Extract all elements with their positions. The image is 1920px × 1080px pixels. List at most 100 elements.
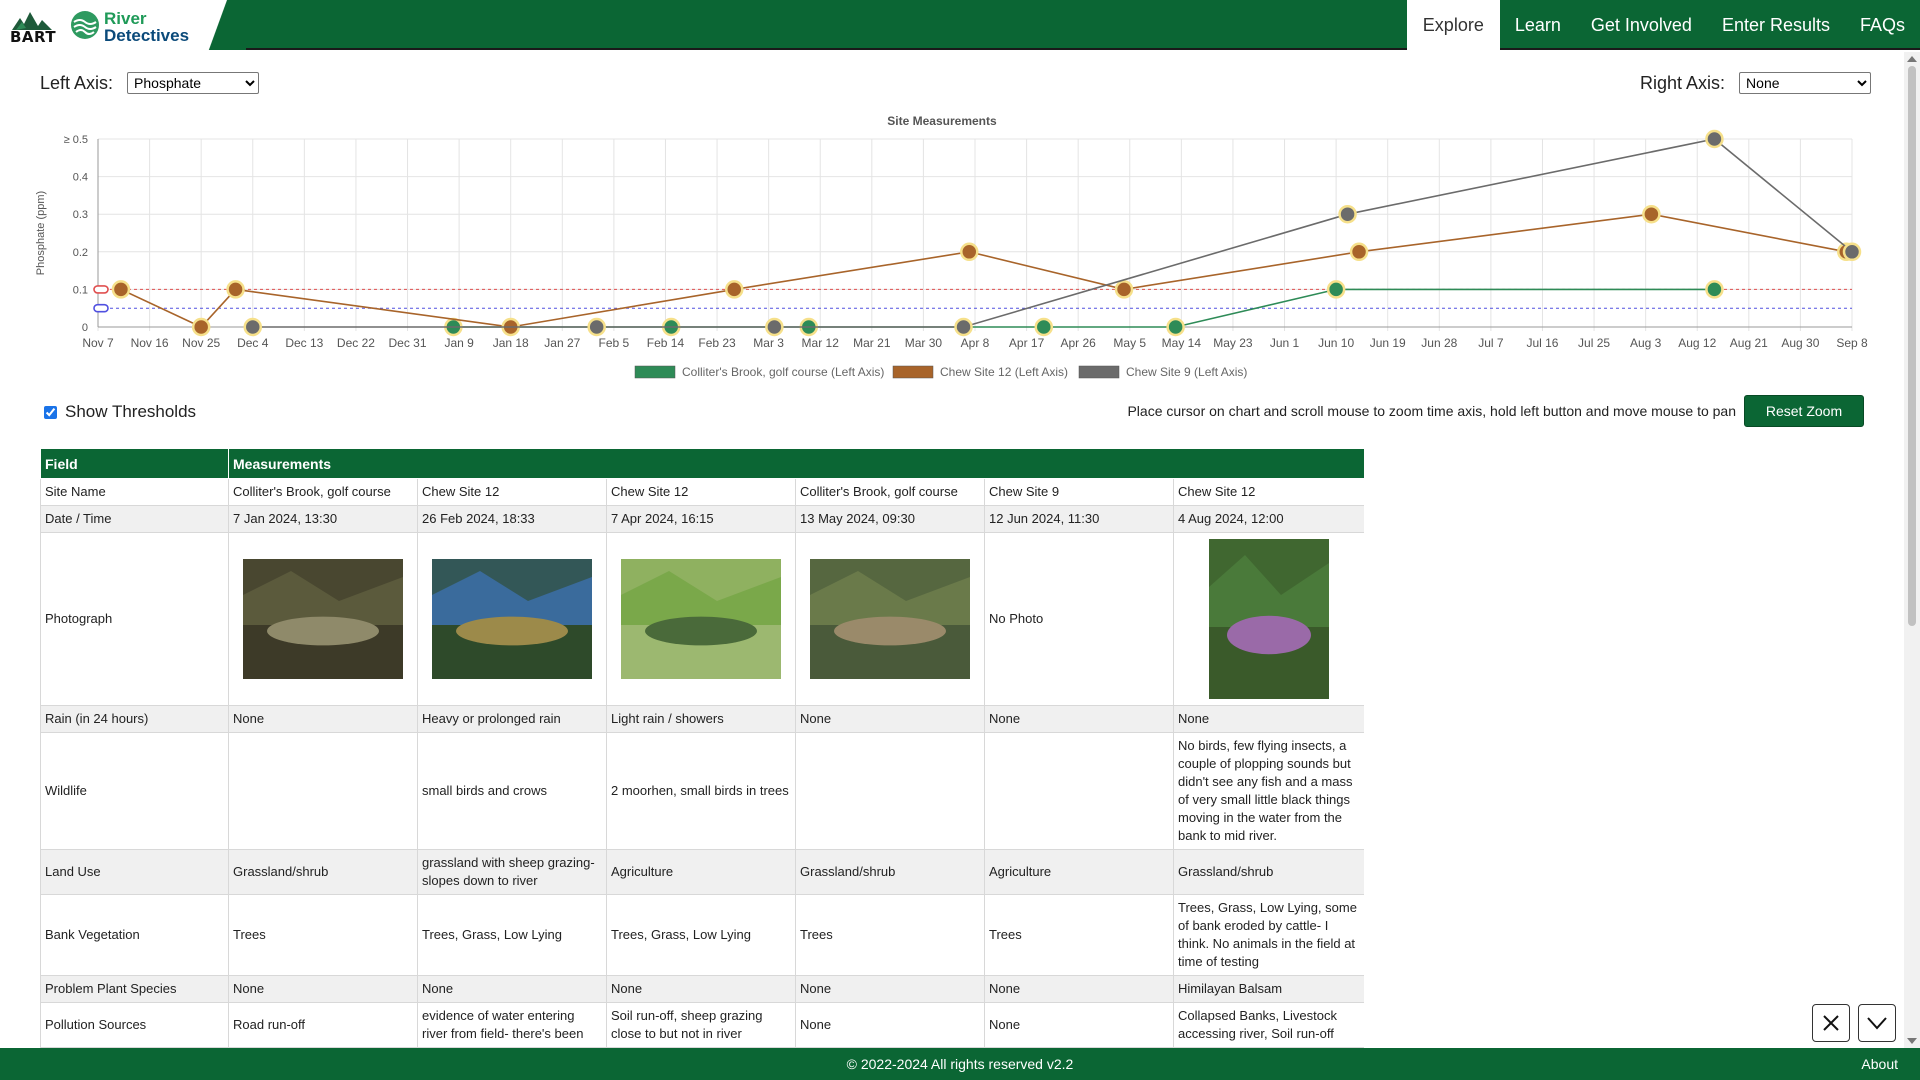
x-tick-label: Dec 4	[237, 336, 269, 350]
left-axis-label: Left Axis:	[40, 72, 114, 93]
measurement-cell: Chew Site 12	[1172, 478, 1364, 506]
y-tick-label: 0	[82, 322, 88, 334]
field-label: Land Use	[40, 849, 229, 895]
left-axis-select[interactable]: Phosphate	[127, 72, 260, 94]
x-tick-label: Jul 16	[1526, 336, 1558, 350]
measurement-cell: Trees	[228, 894, 418, 976]
threshold-marker	[93, 303, 109, 313]
page-footer: © 2022-2024 All rights reserved v2.2 Abo…	[0, 1048, 1920, 1080]
threshold-marker	[93, 285, 109, 294]
scroll-thumb[interactable]	[1908, 66, 1916, 626]
table-row: Bank Vegetation Trees Trees, Grass, Low Ly…	[40, 894, 1364, 976]
nav-explore[interactable]: Explore	[1406, 0, 1500, 50]
site-photo[interactable]	[810, 559, 970, 679]
scroll-down-arrow-icon[interactable]	[1907, 1038, 1917, 1044]
measurement-cell: 13 May 2024, 09:30	[795, 505, 985, 533]
measurements-table: Field Measurements Site Name Colliter's B…	[40, 448, 1364, 1048]
data-point	[1705, 129, 1724, 149]
about-link[interactable]: About	[1861, 1056, 1898, 1072]
series-line	[252, 138, 1853, 328]
right-axis-select[interactable]: None	[1739, 72, 1872, 94]
data-point	[1705, 280, 1724, 299]
collapse-button[interactable]	[1858, 1004, 1896, 1042]
x-tick-label: Nov 25	[182, 336, 220, 350]
measurement-cell: 12 Jun 2024, 11:30	[984, 505, 1174, 533]
copyright-text: © 2022-2024 All rights reserved v2.2	[846, 1056, 1074, 1072]
show-thresholds-toggle[interactable]: Show Thresholds	[44, 402, 196, 422]
measurement-cell: None	[228, 705, 418, 733]
field-label: Bank Vegetation	[40, 894, 229, 976]
table-row: Date / Time 7 Jan 2024, 13:30 26 Feb 2024,…	[40, 505, 1364, 533]
measurement-cell: None	[795, 705, 985, 733]
y-tick-label: ≥ 0.5	[64, 134, 88, 146]
measurement-cell: Grassland/shrub	[795, 849, 985, 895]
measurement-cell	[795, 532, 985, 706]
close-icon	[1823, 1015, 1839, 1031]
x-tick-label: May 5	[1113, 336, 1146, 350]
brand-divider	[196, 0, 246, 50]
data-point	[725, 280, 744, 299]
x-tick-label: Jul 25	[1578, 336, 1610, 350]
x-tick-label: Dec 13	[285, 336, 323, 350]
table-row: Pollution Sources Road run-off evidence of…	[40, 1002, 1364, 1048]
measurement-cell: Agriculture	[606, 849, 796, 895]
measurement-cell: Trees	[795, 894, 985, 976]
site-photo[interactable]	[621, 559, 781, 679]
x-tick-label: Jun 1	[1270, 336, 1300, 350]
reset-zoom-button[interactable]: Reset Zoom	[1744, 395, 1864, 427]
measurement-cell: None	[984, 1002, 1174, 1048]
legend-label: Chew Site 9 (Left Axis)	[1126, 365, 1247, 379]
y-axis-label: Phosphate (ppm)	[35, 191, 47, 275]
x-tick-label: Nov 16	[131, 336, 169, 350]
measurement-cell: evidence of water entering river from fi…	[417, 1002, 607, 1048]
nav-enter-results[interactable]: Enter Results	[1707, 0, 1845, 50]
nav-learn[interactable]: Learn	[1500, 0, 1576, 50]
nav-get-involved[interactable]: Get Involved	[1576, 0, 1707, 50]
measurement-cell: Soil run-off, sheep grazing close to but…	[606, 1002, 796, 1048]
brand-title-line1: River	[104, 9, 147, 28]
y-tick-label: 0.3	[73, 209, 88, 221]
table-row: Rain (in 24 hours) None Heavy or prolonged…	[40, 705, 1364, 733]
measurement-cell: Trees, Grass, Low Lying	[417, 894, 607, 976]
measurement-cell: Light rain / showers	[606, 705, 796, 733]
right-axis-control: Right Axis: None	[1640, 72, 1872, 94]
measurement-cell: None	[795, 975, 985, 1003]
measurement-cell: Chew Site 12	[417, 478, 607, 506]
x-tick-label: Sep 8	[1836, 336, 1868, 350]
measurement-cell: 26 Feb 2024, 18:33	[417, 505, 607, 533]
site-photo[interactable]	[432, 559, 592, 679]
x-tick-label: Dec 31	[389, 336, 427, 350]
measurements-table-container: Field Measurements Site Name Colliter's B…	[40, 448, 1364, 1048]
river-detectives-logo[interactable]: River Detectives	[104, 10, 189, 44]
measurement-cell: None	[795, 1002, 985, 1048]
close-button[interactable]	[1812, 1004, 1850, 1042]
measurement-cell: Trees	[984, 894, 1174, 976]
measurement-cell: None	[228, 975, 418, 1003]
measurement-cell: None	[1172, 705, 1364, 733]
measurement-cell: None	[984, 975, 1174, 1003]
x-tick-label: Nov 7	[82, 336, 114, 350]
table-row: Problem Plant Species None None None None Non…	[40, 975, 1364, 1003]
table-row: Land Use Grassland/shrub grassland with sh…	[40, 849, 1364, 895]
right-axis-label: Right Axis:	[1640, 72, 1726, 93]
measurement-cell: Collapsed Banks, Livestock accessing riv…	[1172, 1002, 1364, 1048]
site-photo[interactable]	[1209, 539, 1330, 699]
x-tick-label: Jan 18	[493, 336, 529, 350]
left-axis-control: Left Axis: Phosphate	[40, 72, 260, 94]
x-tick-label: Aug 21	[1730, 336, 1768, 350]
page-scrollbar[interactable]	[1904, 52, 1920, 1048]
scroll-up-arrow-icon[interactable]	[1907, 56, 1917, 62]
measurement-cell: 7 Apr 2024, 16:15	[606, 505, 796, 533]
nav-faqs[interactable]: FAQs	[1845, 0, 1920, 50]
header-measurements: Measurements	[227, 448, 1364, 479]
y-tick-label: 0.4	[73, 172, 88, 184]
site-measurements-chart[interactable]: Site Measurements 0 0.1 0.2 0.3 0.4 ≥ 0.5 Nov 7…	[30, 108, 1870, 388]
x-tick-label: Feb 23	[698, 336, 736, 350]
show-thresholds-checkbox[interactable]	[44, 405, 57, 419]
measurement-cell	[795, 732, 985, 850]
data-point	[191, 317, 211, 337]
site-photo[interactable]	[243, 559, 403, 679]
measurement-cell: No Photo	[984, 532, 1174, 706]
measurement-cell: 4 Aug 2024, 12:00	[1172, 505, 1364, 533]
x-tick-label: Feb 14	[647, 336, 685, 350]
